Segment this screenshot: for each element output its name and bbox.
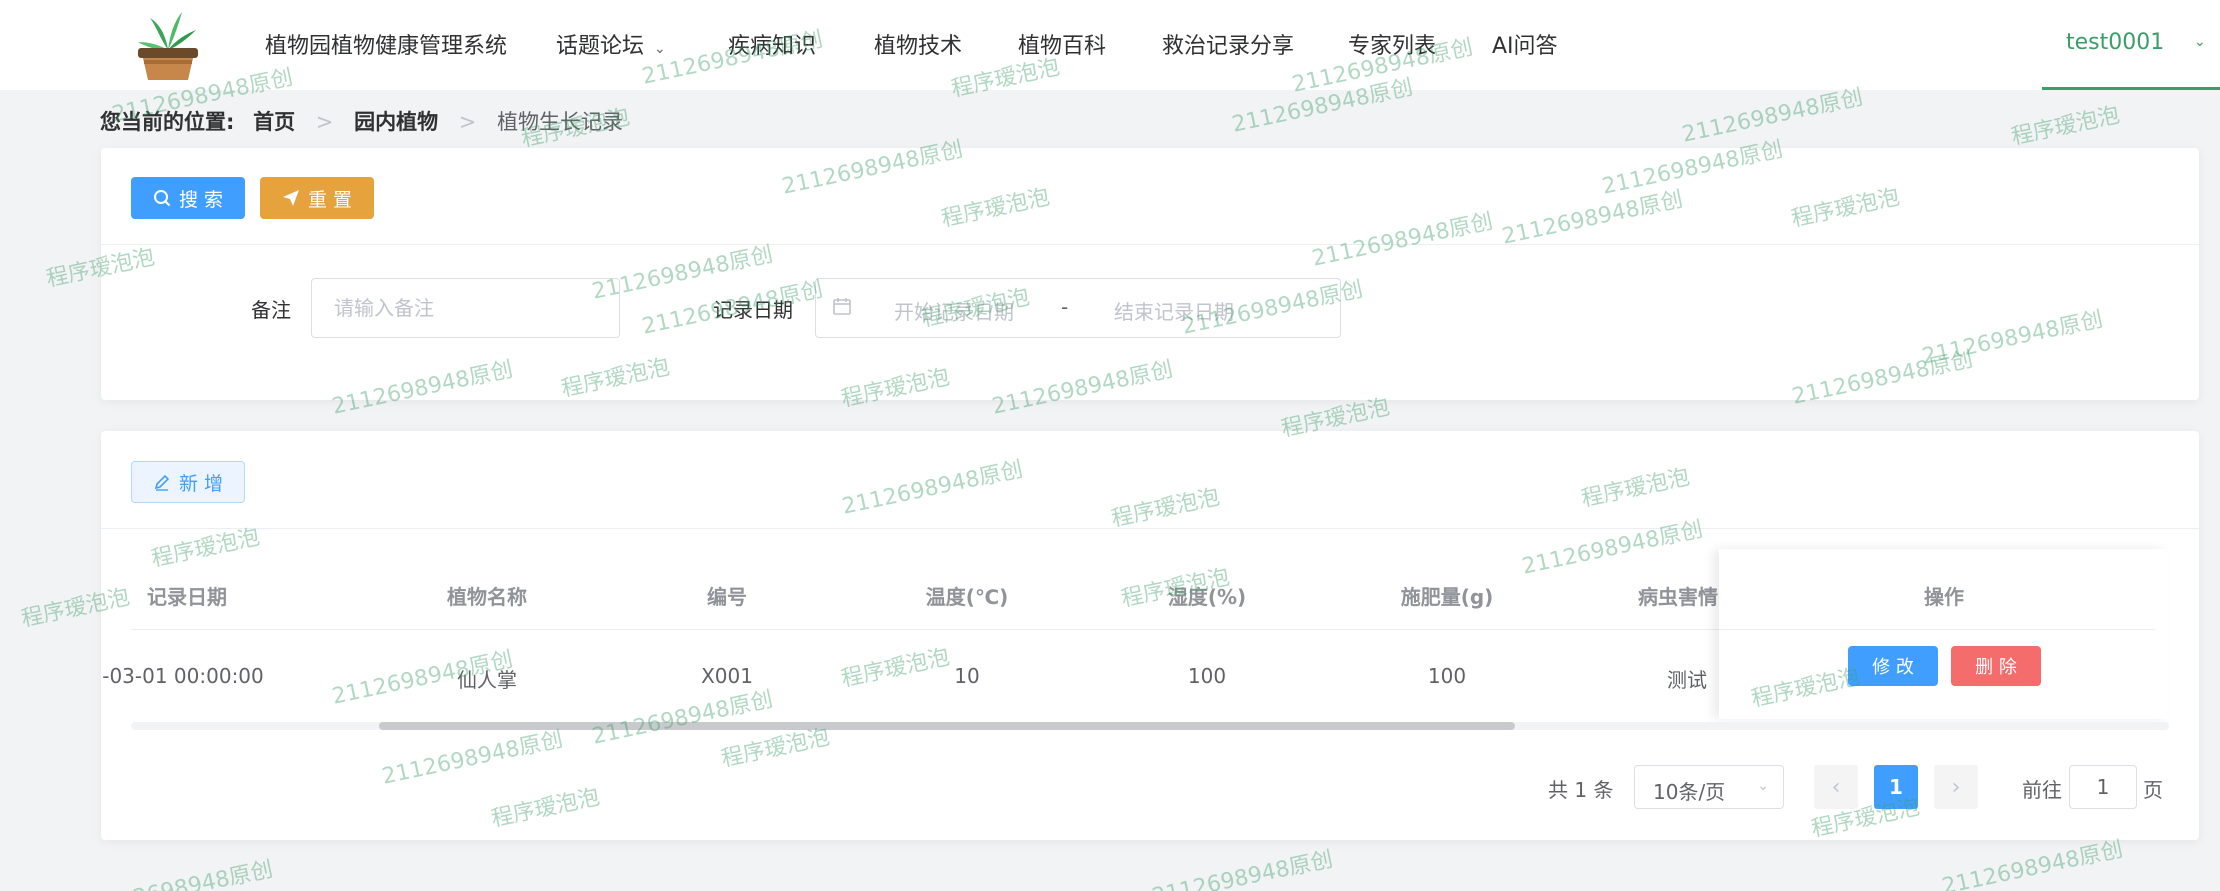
username: test0001 — [2066, 30, 2165, 55]
col-header-plant-name: 植物名称 — [447, 585, 527, 609]
reset-button[interactable]: 重 置 — [260, 177, 374, 219]
user-menu[interactable]: test0001 ⌄ — [2042, 0, 2220, 90]
add-button-label: 新 增 — [178, 472, 224, 495]
nav-item-plant-tech[interactable]: 植物技术 — [874, 28, 962, 60]
watermark-text: 2112698948原创 — [1149, 847, 1336, 891]
chevron-right-icon: › — [1951, 774, 1961, 800]
prev-page-button[interactable]: ‹ — [1814, 765, 1858, 809]
header-divider — [1719, 629, 2155, 630]
search-panel: 搜 索 重 置 备注 记录日期 开始记录日期 - 结束记录日期 — [101, 148, 2199, 400]
cell-humidity: 100 — [1187, 664, 1227, 688]
edit-pencil-icon — [154, 474, 170, 491]
breadcrumb-garden-plants[interactable]: 园内植物 — [354, 110, 438, 134]
chevron-down-icon: ⌄ — [2194, 34, 2206, 50]
nav-item-disease-knowledge[interactable]: 疾病知识 — [728, 28, 816, 60]
col-header-code: 编号 — [707, 585, 747, 609]
search-icon — [153, 190, 171, 207]
breadcrumb-prefix: 您当前的位置: — [100, 110, 235, 134]
delete-button[interactable]: 删 除 — [1951, 646, 2041, 686]
remark-input[interactable] — [311, 278, 620, 338]
nav-item-topic-forum[interactable]: 话题论坛 ⌄ — [556, 28, 666, 60]
breadcrumb-current: 植物生长记录 — [497, 110, 624, 134]
remark-label: 备注 — [251, 298, 291, 322]
chevron-down-icon: ⌄ — [654, 41, 666, 57]
page-size-select[interactable]: 10条/页 ⌄ — [1634, 765, 1784, 809]
nav-item-treatment-share[interactable]: 救治记录分享 — [1162, 28, 1294, 60]
plant-pot-logo-icon[interactable] — [130, 10, 206, 82]
add-button[interactable]: 新 增 — [131, 461, 245, 503]
horizontal-scrollbar[interactable] — [131, 722, 2169, 730]
watermark-text: 2112698948原创 — [1939, 837, 2126, 891]
breadcrumb-separator-icon: > — [458, 110, 477, 134]
date-separator: - — [1061, 295, 1069, 319]
breadcrumb: 您当前的位置: 首页 > 园内植物 > 植物生长记录 — [100, 106, 623, 136]
cell-temperature: 10 — [954, 664, 980, 688]
calendar-icon — [833, 298, 851, 315]
divider — [101, 528, 2199, 529]
col-header-fertilizer: 施肥量(g) — [1400, 585, 1494, 609]
record-date-label: 记录日期 — [713, 298, 793, 322]
col-header-date: 记录日期 — [147, 585, 227, 609]
watermark-text: 程序瑷泡泡 — [2009, 102, 2122, 151]
chevron-left-icon: ‹ — [1831, 774, 1841, 800]
col-header-humidity: 湿度(%) — [1167, 585, 1247, 609]
send-icon — [282, 190, 299, 206]
col-header-pest: 病虫害情 — [1638, 585, 1718, 609]
nav-item-ai-qa[interactable]: AI问答 — [1492, 28, 1558, 60]
breadcrumb-home[interactable]: 首页 — [253, 110, 295, 134]
scrollbar-thumb[interactable] — [379, 722, 1515, 730]
col-header-temperature: 温度(℃) — [925, 585, 1009, 609]
search-button[interactable]: 搜 索 — [131, 177, 245, 219]
chevron-down-icon: ⌄ — [1757, 778, 1769, 794]
total-count: 共 1 条 — [1548, 778, 1614, 802]
reset-button-label: 重 置 — [307, 188, 353, 211]
breadcrumb-separator-icon: > — [315, 110, 334, 134]
search-button-label: 搜 索 — [178, 188, 224, 211]
col-header-actions: 操作 — [1924, 585, 1964, 609]
nav-item-plant-encyclopedia[interactable]: 植物百科 — [1018, 28, 1106, 60]
cell-fertilizer: 100 — [1427, 664, 1467, 688]
record-date-range-picker[interactable]: 开始记录日期 - 结束记录日期 — [815, 278, 1341, 338]
goto-page-input[interactable] — [2069, 765, 2137, 809]
page-number-button[interactable]: 1 — [1874, 765, 1918, 809]
table-panel: 新 增 记录日期 植物名称 编号 温度(℃) 湿度(%) 施肥量(g) 病虫害情… — [101, 431, 2199, 840]
goto-suffix: 页 — [2143, 778, 2163, 802]
goto-prefix: 前往 — [2022, 778, 2062, 802]
cell-code: X001 — [701, 664, 753, 688]
edit-button[interactable]: 修 改 — [1848, 646, 1938, 686]
nav-brand[interactable]: 植物园植物健康管理系统 — [265, 28, 507, 60]
divider — [101, 244, 2199, 245]
nav-item-expert-list[interactable]: 专家列表 — [1348, 28, 1436, 60]
cell-pest: 测试 — [1667, 668, 1707, 692]
cell-plant-name: 仙人掌 — [457, 668, 517, 692]
nav-item-label: 话题论坛 — [556, 34, 645, 59]
cell-date: -03-01 00:00:00 — [102, 664, 264, 688]
fixed-actions-column: 操作 修 改 删 除 — [1719, 549, 2169, 719]
next-page-button[interactable]: › — [1934, 765, 1978, 809]
page-size-value: 10条/页 — [1653, 780, 1726, 804]
date-start-input[interactable]: 开始记录日期 — [894, 296, 1014, 325]
date-end-input[interactable]: 结束记录日期 — [1114, 296, 1234, 325]
top-nav: 植物园植物健康管理系统 话题论坛 ⌄ 疾病知识 植物技术 植物百科 救治记录分享 … — [0, 0, 2220, 90]
watermark-text: 2112698948原创 — [89, 857, 276, 891]
